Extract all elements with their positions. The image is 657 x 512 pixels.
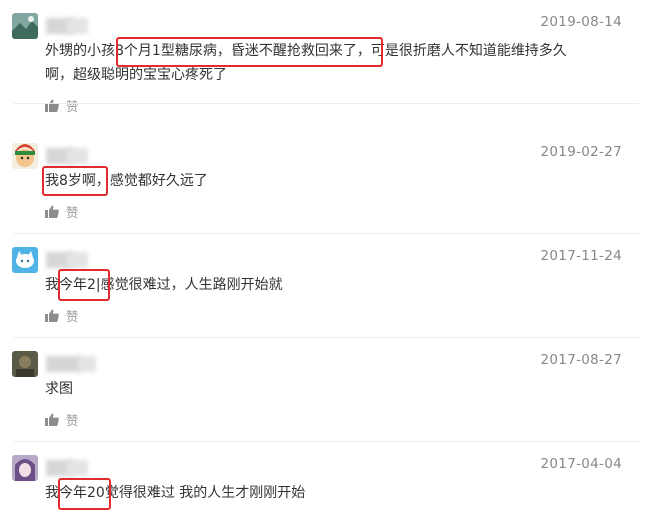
user-avatar[interactable] (12, 351, 38, 377)
comment-text: 我8岁啊，感觉都好久远了 (45, 173, 208, 189)
highlight-box (58, 478, 111, 510)
thumbs-up-icon (45, 309, 59, 322)
comment-date: 2017-08-27 (540, 352, 622, 368)
user-avatar[interactable] (12, 143, 38, 169)
comment-text: 求图 (45, 381, 73, 397)
like-button[interactable]: 赞 (45, 410, 79, 429)
comment-date: 2017-04-04 (540, 456, 622, 472)
username-blurred (46, 356, 82, 372)
username-blurred (66, 148, 88, 164)
like-button[interactable]: 赞 (45, 306, 79, 325)
comment-date: 2019-08-14 (540, 14, 622, 30)
username-blurred (66, 460, 88, 476)
comment-text: 我今年20觉得很难过 我的人生才刚刚开始 (45, 485, 306, 501)
divider (14, 103, 639, 104)
highlight-box (58, 269, 110, 301)
like-button[interactable]: 赞 (45, 96, 79, 115)
like-button[interactable]: 赞 (45, 202, 79, 221)
photo-avatar-icon (12, 351, 38, 377)
cartoon-avatar-icon (12, 143, 38, 169)
username-blurred (78, 356, 96, 372)
thumbs-up-icon (45, 413, 59, 426)
thumbs-up-icon (45, 99, 59, 112)
anime-avatar-icon (12, 455, 38, 481)
like-label: 赞 (66, 309, 79, 324)
username-blurred (66, 18, 88, 34)
comment-date: 2019-02-27 (540, 144, 622, 160)
like-label: 赞 (66, 205, 79, 220)
user-avatar[interactable] (12, 247, 38, 273)
thumbs-up-icon (45, 205, 59, 218)
comment-text: 我今年2|感觉很难过，人生路刚开始就 (45, 277, 283, 293)
comment-item: 2017-08-27 求图 赞 (0, 338, 657, 442)
cat-avatar-icon (12, 247, 38, 273)
user-avatar[interactable] (12, 455, 38, 481)
username-blurred (66, 252, 88, 268)
like-label: 赞 (66, 413, 79, 428)
highlight-box (42, 166, 108, 196)
like-label: 赞 (66, 99, 79, 114)
comment-date: 2017-11-24 (540, 248, 622, 264)
landscape-avatar-icon (12, 13, 38, 39)
highlight-box (116, 37, 383, 67)
user-avatar[interactable] (12, 13, 38, 39)
